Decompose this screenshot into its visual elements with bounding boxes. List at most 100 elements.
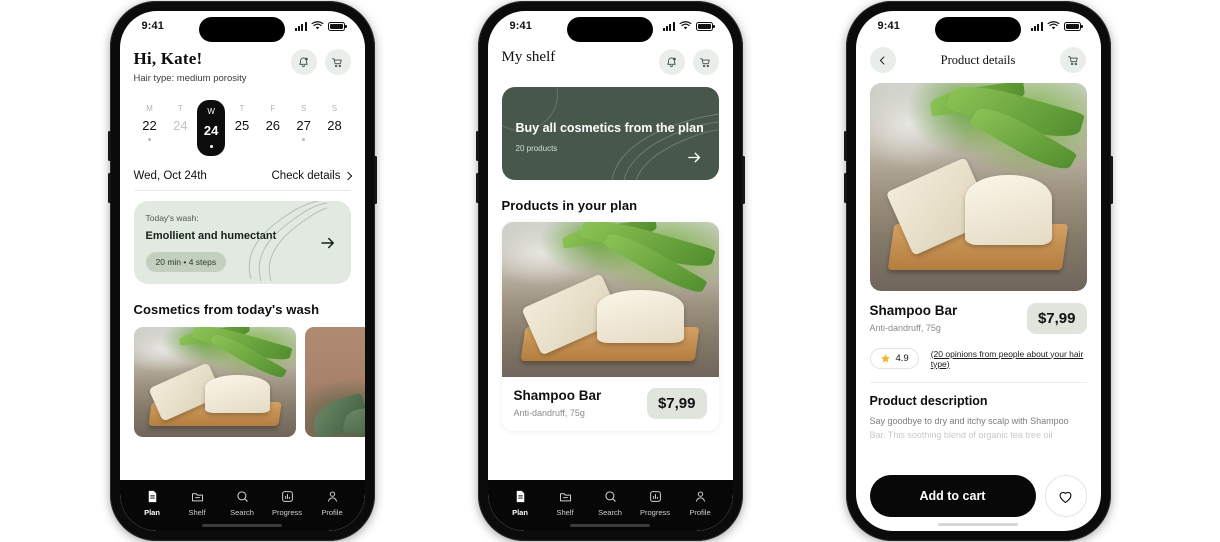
cart-icon bbox=[332, 57, 342, 67]
status-time: 9:41 bbox=[141, 20, 164, 32]
rating-row: 4.9 (20 opinions from people about your … bbox=[856, 334, 1101, 369]
search-icon bbox=[604, 491, 616, 502]
document-icon bbox=[516, 490, 524, 503]
tab-label: Shelf bbox=[556, 508, 574, 517]
bottom-tab-bar: Plan Shelf Search Progress Profile bbox=[487, 480, 733, 531]
cart-icon bbox=[1068, 55, 1078, 65]
cosmetic-card-2[interactable] bbox=[304, 327, 365, 437]
heart-icon bbox=[1059, 491, 1072, 503]
dynamic-island bbox=[935, 17, 1021, 42]
shelf-header: My shelf bbox=[488, 41, 733, 75]
header-divider bbox=[133, 190, 351, 191]
calendar-day-0[interactable]: M 22 bbox=[136, 100, 164, 156]
tab-shelf[interactable]: Shelf bbox=[543, 489, 588, 517]
phone-home-plan: 9:41 Hi, Kate! Hair type: medium porosit… bbox=[107, 1, 377, 541]
tab-plan[interactable]: Plan bbox=[498, 489, 543, 517]
promo-arrow-icon[interactable] bbox=[686, 149, 703, 166]
cosmetics-carousel[interactable] bbox=[120, 317, 365, 437]
calendar-day-3[interactable]: T 25 bbox=[228, 100, 256, 156]
product-headline: Shampoo Bar Anti-dandruff, 75g $7,99 bbox=[856, 291, 1101, 334]
tab-profile[interactable]: Profile bbox=[310, 489, 355, 517]
tab-label: Plan bbox=[144, 508, 160, 517]
shelf-icon bbox=[559, 493, 571, 502]
soap-product-photo bbox=[133, 327, 296, 437]
signal-icon bbox=[1030, 21, 1043, 31]
tab-search[interactable]: Search bbox=[220, 489, 265, 517]
tab-label: Profile bbox=[689, 508, 711, 517]
person-icon bbox=[695, 491, 705, 502]
calendar-day-5[interactable]: S 27 bbox=[290, 100, 318, 156]
phone-side-button bbox=[373, 156, 377, 204]
tab-progress[interactable]: Progress bbox=[265, 489, 310, 517]
add-to-cart-button[interactable]: Add to cart bbox=[869, 475, 1036, 517]
page-title: Product details bbox=[940, 52, 1016, 67]
promo-wave-decoration bbox=[610, 113, 719, 180]
cart-button[interactable] bbox=[692, 49, 719, 75]
day-dot bbox=[333, 138, 336, 141]
cart-button[interactable] bbox=[1060, 47, 1087, 73]
tab-label: Progress bbox=[639, 508, 670, 517]
calendar-day-4[interactable]: F 26 bbox=[259, 100, 287, 156]
plan-body: Hi, Kate! Hair type: medium porosity M 2… bbox=[120, 41, 365, 480]
wifi-icon bbox=[311, 21, 323, 30]
star-icon bbox=[880, 354, 890, 363]
plan-header: Hi, Kate! Hair type: medium porosity bbox=[120, 41, 365, 84]
calendar-day-2-selected[interactable]: W 24 bbox=[197, 100, 226, 156]
buy-all-promo-card[interactable]: Buy all cosmetics from the plan 20 produ… bbox=[501, 87, 719, 180]
notifications-button[interactable] bbox=[290, 49, 317, 75]
opinions-link[interactable]: (20 opinions from people about your hair… bbox=[931, 349, 1087, 369]
shelf-body: My shelf Buy all cosmetics from the plan… bbox=[488, 41, 733, 480]
description-line-2: Bar. This soothing blend of organic tea … bbox=[869, 429, 1053, 440]
back-button[interactable] bbox=[869, 47, 896, 73]
wash-arrow-icon[interactable] bbox=[319, 234, 337, 252]
cosmetic-card-1[interactable] bbox=[133, 327, 296, 437]
check-details-label: Check details bbox=[271, 170, 341, 182]
day-number: 26 bbox=[265, 118, 281, 133]
header-actions bbox=[658, 49, 719, 75]
notifications-button[interactable] bbox=[658, 49, 685, 75]
favorite-button[interactable] bbox=[1044, 475, 1087, 517]
day-weekday: S bbox=[300, 104, 307, 113]
phone-my-shelf: 9:41 My shelf Buy all cosmetics from the… bbox=[475, 1, 745, 541]
screenshot-stage: 9:41 Hi, Kate! Hair type: medium porosit… bbox=[0, 0, 1220, 542]
chart-icon bbox=[281, 491, 293, 502]
soap-product-photo bbox=[869, 83, 1087, 291]
day-dot bbox=[179, 138, 182, 141]
cart-button[interactable] bbox=[324, 49, 351, 75]
tab-profile[interactable]: Profile bbox=[678, 489, 723, 517]
product-price: $7,99 bbox=[1026, 303, 1087, 334]
tab-label: Search bbox=[598, 508, 622, 517]
product-description: Anti-dandruff, 75g bbox=[513, 408, 585, 418]
battery-icon bbox=[695, 21, 715, 31]
tab-label: Search bbox=[230, 508, 254, 517]
bell-icon bbox=[299, 56, 308, 67]
tab-plan[interactable]: Plan bbox=[130, 489, 175, 517]
status-time: 9:41 bbox=[877, 20, 900, 32]
page-title: Hi, Kate! bbox=[133, 49, 203, 68]
chart-icon bbox=[649, 491, 661, 502]
soap-product-photo bbox=[501, 222, 719, 377]
person-icon bbox=[327, 491, 337, 502]
tab-label: Shelf bbox=[188, 508, 206, 517]
check-details-link[interactable]: Check details bbox=[271, 170, 352, 182]
product-description: Anti-dandruff, 75g bbox=[869, 323, 941, 333]
wave-decoration bbox=[248, 201, 327, 281]
product-price: $7,99 bbox=[646, 388, 707, 419]
tab-progress[interactable]: Progress bbox=[633, 489, 678, 517]
details-body: Product details Shampoo Bar Anti-dandruf… bbox=[856, 41, 1101, 531]
tab-search[interactable]: Search bbox=[588, 489, 633, 517]
header-actions bbox=[290, 49, 351, 75]
calendar-day-6[interactable]: S 28 bbox=[320, 100, 348, 156]
selected-date-row: Wed, Oct 24th Check details bbox=[120, 156, 365, 182]
plant-product-photo bbox=[304, 327, 365, 437]
wash-meta-badge: 20 min • 4 steps bbox=[145, 252, 227, 272]
selected-date-label: Wed, Oct 24th bbox=[133, 170, 207, 182]
day-weekday: S bbox=[331, 104, 338, 113]
products-section-title: Products in your plan bbox=[501, 198, 638, 213]
product-card[interactable]: Shampoo Bar Anti-dandruff, 75g $7,99 bbox=[501, 222, 719, 431]
tab-shelf[interactable]: Shelf bbox=[175, 489, 220, 517]
todays-wash-card[interactable]: Today's wash: Emollient and humectant 20… bbox=[133, 201, 351, 284]
product-name: Shampoo Bar bbox=[513, 388, 602, 403]
product-image bbox=[501, 222, 719, 377]
calendar-day-1[interactable]: T 24 bbox=[166, 100, 194, 156]
